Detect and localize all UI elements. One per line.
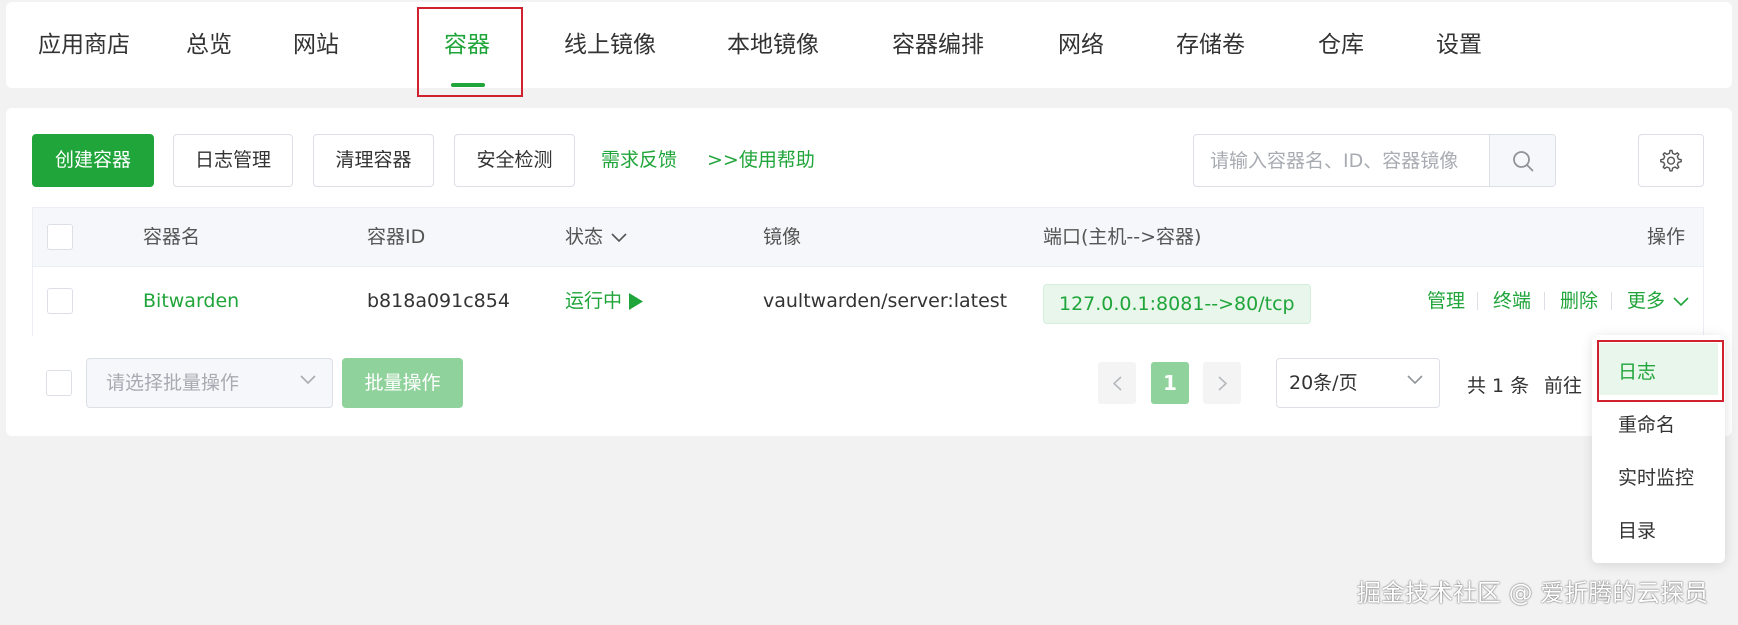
chevron-right-icon xyxy=(1217,375,1227,391)
security-check-button[interactable]: 安全检测 xyxy=(454,134,575,187)
container-id: b818a091c854 xyxy=(367,290,510,312)
port-mapping-tag: 127.0.0.1:8081-->80/tcp xyxy=(1043,284,1311,324)
tab-overview[interactable]: 总览 xyxy=(186,2,232,88)
goto-label: 前往 xyxy=(1544,375,1583,397)
header-port: 端口(主机-->容器) xyxy=(1043,226,1202,248)
manage-link[interactable]: 管理 xyxy=(1427,267,1465,336)
feedback-link[interactable]: 需求反馈 xyxy=(601,134,677,187)
total-count: 共 1 条 xyxy=(1467,375,1530,397)
search-box xyxy=(1193,134,1556,187)
page-size-select[interactable]: 20条/页 xyxy=(1276,358,1440,408)
gear-icon xyxy=(1660,149,1682,172)
header-status-label: 状态 xyxy=(565,226,604,248)
select-all-checkbox[interactable] xyxy=(47,224,73,250)
container-name-link[interactable]: Bitwarden xyxy=(143,267,239,336)
batch-select-placeholder: 请选择批量操作 xyxy=(106,372,240,394)
page-number-current[interactable]: 1 xyxy=(1151,362,1189,404)
table-row: Bitwarden b818a091c854 运行中 vaultwarden/s… xyxy=(33,267,1703,336)
row-checkbox[interactable] xyxy=(47,288,73,314)
chevron-down-icon xyxy=(611,232,627,242)
tab-volume[interactable]: 存储卷 xyxy=(1176,2,1245,88)
container-image: vaultwarden/server:latest xyxy=(763,290,1008,312)
next-page-button[interactable] xyxy=(1203,362,1241,404)
clean-container-button[interactable]: 清理容器 xyxy=(313,134,434,187)
tab-settings[interactable]: 设置 xyxy=(1436,2,1482,88)
watermark: 掘金技术社区 @ 爱折腾的云探员 xyxy=(1357,579,1709,607)
play-icon xyxy=(629,293,644,310)
terminal-link[interactable]: 终端 xyxy=(1493,267,1531,336)
tab-local-image[interactable]: 本地镜像 xyxy=(727,2,819,88)
op-divider xyxy=(1477,292,1478,310)
status-label: 运行中 xyxy=(565,290,623,312)
batch-operation-button[interactable]: 批量操作 xyxy=(342,358,463,408)
highlight-box-container-tab xyxy=(417,7,523,97)
more-dropdown-trigger[interactable]: 更多 xyxy=(1627,267,1689,336)
search-button[interactable] xyxy=(1489,135,1555,186)
header-image: 镜像 xyxy=(763,226,802,248)
tab-app-store[interactable]: 应用商店 xyxy=(38,2,130,88)
table-header: 容器名 容器ID 状态 镜像 端口(主机-->容器) 操作 xyxy=(33,208,1703,267)
chevron-left-icon xyxy=(1112,375,1122,391)
dropdown-item-rename[interactable]: 重命名 xyxy=(1618,410,1675,437)
header-ops: 操作 xyxy=(1646,226,1685,248)
delete-link[interactable]: 删除 xyxy=(1560,267,1598,336)
header-id: 容器ID xyxy=(367,226,426,248)
page-size-value: 20条/页 xyxy=(1289,372,1358,394)
top-navigation: 应用商店 总览 网站 容器 线上镜像 本地镜像 容器编排 网络 存储卷 仓库 设… xyxy=(6,2,1732,88)
header-name: 容器名 xyxy=(143,226,201,248)
highlight-box-log-item xyxy=(1597,340,1724,402)
settings-button[interactable] xyxy=(1638,134,1704,187)
tab-registry[interactable]: 仓库 xyxy=(1318,2,1364,88)
chevron-down-icon xyxy=(300,375,316,385)
search-input[interactable] xyxy=(1194,135,1494,186)
more-label: 更多 xyxy=(1627,290,1666,312)
container-table: 容器名 容器ID 状态 镜像 端口(主机-->容器) 操作 Bitwarden … xyxy=(32,207,1704,336)
tab-compose[interactable]: 容器编排 xyxy=(892,2,984,88)
log-manage-button[interactable]: 日志管理 xyxy=(173,134,293,187)
op-divider xyxy=(1611,292,1612,310)
dropdown-item-monitor[interactable]: 实时监控 xyxy=(1618,463,1694,490)
dropdown-item-directory[interactable]: 目录 xyxy=(1618,516,1656,543)
search-icon xyxy=(1512,150,1533,171)
status-running: 运行中 xyxy=(565,267,644,336)
header-status-sort[interactable]: 状态 xyxy=(565,208,627,267)
tab-network[interactable]: 网络 xyxy=(1058,2,1104,88)
op-divider xyxy=(1544,292,1545,310)
batch-select-checkbox[interactable] xyxy=(46,370,72,396)
help-link[interactable]: >>使用帮助 xyxy=(707,134,815,187)
chevron-down-icon xyxy=(1407,375,1423,385)
tab-website[interactable]: 网站 xyxy=(293,2,339,88)
chevron-down-icon xyxy=(1673,296,1689,306)
batch-operation-select[interactable]: 请选择批量操作 xyxy=(86,358,333,408)
create-container-button[interactable]: 创建容器 xyxy=(32,134,154,187)
tab-online-image[interactable]: 线上镜像 xyxy=(564,2,656,88)
prev-page-button[interactable] xyxy=(1098,362,1136,404)
